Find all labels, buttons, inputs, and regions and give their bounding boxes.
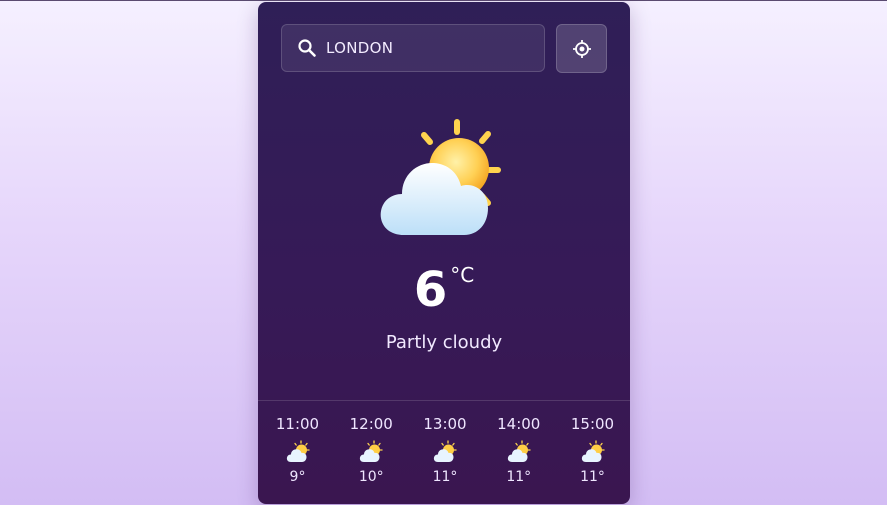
partly-cloudy-icon bbox=[581, 440, 605, 462]
weather-condition: Partly cloudy bbox=[385, 332, 503, 353]
hour-temperature: 11° bbox=[432, 469, 458, 485]
hour-time: 12:00 bbox=[349, 415, 393, 433]
current-weather-icon bbox=[376, 118, 512, 242]
window-top-border bbox=[0, 0, 887, 1]
divider bbox=[258, 400, 630, 401]
hour-time: 11:00 bbox=[275, 415, 320, 433]
hour-temperature: 11° bbox=[506, 469, 532, 485]
temperature-value: 6 bbox=[413, 262, 448, 318]
hourly-item: 13:00 11° bbox=[413, 414, 478, 500]
hourly-forecast: 11:00 9° 12:00 10° 13:00 11° 14:00 11° 1… bbox=[260, 414, 630, 500]
partly-cloudy-icon bbox=[286, 440, 310, 462]
partly-cloudy-icon bbox=[433, 440, 457, 462]
temperature-unit: °C bbox=[450, 263, 475, 287]
search-icon bbox=[297, 38, 317, 58]
weather-card: 6°C Partly cloudy 11:00 9° 12:00 bbox=[258, 2, 630, 504]
partly-cloudy-icon bbox=[360, 440, 383, 462]
hour-time: 14:00 bbox=[497, 415, 541, 433]
hour-time: 15:00 bbox=[570, 415, 615, 433]
locate-icon bbox=[573, 40, 591, 58]
current-location-button[interactable] bbox=[556, 24, 607, 73]
hourly-item: 11:00 9° bbox=[265, 414, 330, 500]
hourly-item: 15:00 11° bbox=[560, 414, 625, 500]
hour-temperature: 10° bbox=[358, 469, 384, 485]
search-bar[interactable] bbox=[281, 24, 545, 72]
current-temperature: 6 °C bbox=[258, 262, 630, 318]
hourly-item: 12:00 10° bbox=[339, 414, 404, 500]
partly-cloudy-icon bbox=[380, 119, 501, 235]
hour-temperature: 11° bbox=[580, 469, 605, 485]
city-search-input[interactable] bbox=[326, 35, 531, 61]
hour-temperature: 9° bbox=[289, 469, 306, 485]
partly-cloudy-icon bbox=[507, 440, 531, 462]
hourly-item: 14:00 11° bbox=[486, 414, 551, 500]
hour-time: 13:00 bbox=[423, 415, 467, 433]
